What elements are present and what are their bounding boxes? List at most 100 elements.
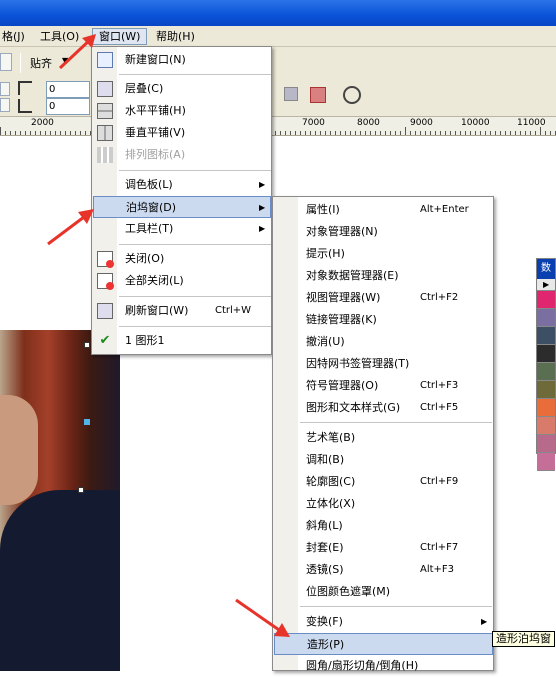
menu-window[interactable]: 窗口(W) xyxy=(92,28,148,45)
ruler-tick xyxy=(65,131,66,135)
docker-menu-item[interactable]: 圆角/扇形切角/倒角(H) xyxy=(274,655,493,677)
docker-menu-item-label: 对象管理器(N) xyxy=(306,225,378,238)
docker-menu-item[interactable]: 封套(E) Ctrl+F7 xyxy=(274,537,493,559)
offset-x-input[interactable]: 0 xyxy=(46,81,90,98)
ruler-tick xyxy=(475,131,476,135)
ruler-tick xyxy=(485,131,486,135)
ruler-tick xyxy=(515,131,516,135)
ruler-tick xyxy=(460,131,461,135)
docker-menu-item[interactable]: 轮廓图(C) Ctrl+F9 xyxy=(274,471,493,493)
menu-format[interactable]: 格(J) xyxy=(0,28,31,45)
menu-item-dockers[interactable]: 泊坞窗(D) ▶ xyxy=(93,196,271,218)
ruler-tick xyxy=(315,131,316,135)
color-swatch[interactable] xyxy=(537,291,555,309)
menu-item-palette[interactable]: 调色板(L) ▶ xyxy=(93,174,271,196)
spin-down-icon[interactable] xyxy=(0,98,10,112)
palette-scroll-icon[interactable]: ▶ xyxy=(537,279,555,291)
menu-item-cascade[interactable]: 层叠(C) xyxy=(93,78,271,100)
ruler-tick xyxy=(465,131,466,135)
ruler-tick xyxy=(525,131,526,135)
menu-item-new-window[interactable]: 新建窗口(N) xyxy=(93,49,271,71)
docker-menu-item[interactable]: 因特网书签管理器(T) xyxy=(274,353,493,375)
ruler-tick xyxy=(320,131,321,135)
ruler-tick xyxy=(470,131,471,135)
docker-menu-item-label: 封套(E) xyxy=(306,541,344,554)
docker-menu-item[interactable]: 对象管理器(N) xyxy=(274,221,493,243)
ruler-tick xyxy=(10,131,11,135)
ruler-tick xyxy=(25,131,26,135)
docker-menu-item[interactable]: 立体化(X) xyxy=(274,493,493,515)
ruler-tick xyxy=(300,131,301,135)
docker-menu-item[interactable]: 提示(H) xyxy=(274,243,493,265)
color-swatch[interactable] xyxy=(537,435,555,453)
docker-menu-item[interactable]: 撤消(U) xyxy=(274,331,493,353)
selection-handle[interactable] xyxy=(84,419,90,425)
docker-menu-item-label: 立体化(X) xyxy=(306,497,356,510)
snap-button[interactable]: 贴齐 xyxy=(30,55,52,71)
photo-image[interactable] xyxy=(0,330,120,671)
menu-item-close[interactable]: 关闭(O) xyxy=(93,248,271,270)
ruler-tick xyxy=(310,131,311,135)
docker-menu-item[interactable]: 对象数据管理器(E) xyxy=(274,265,493,287)
docker-menu-item[interactable]: 透镜(S) Alt+F3 xyxy=(274,559,493,581)
ruler-tick xyxy=(435,131,436,135)
target-icon[interactable] xyxy=(343,86,361,104)
photo-face xyxy=(0,395,38,505)
offset-y-input[interactable]: 0 xyxy=(46,98,90,115)
spin-up-icon[interactable] xyxy=(0,82,10,96)
ruler-tick xyxy=(385,131,386,135)
docker-menu-item[interactable]: 视图管理器(W) Ctrl+F2 xyxy=(274,287,493,309)
docker-menu-item-label: 属性(I) xyxy=(306,203,340,216)
docker-menu-item-label: 轮廓图(C) xyxy=(306,475,356,488)
selection-handle[interactable] xyxy=(78,487,84,493)
tooltip: 造形泊坞窗 xyxy=(492,631,555,647)
convert-icon[interactable] xyxy=(310,87,326,103)
ruler-label: 2000 xyxy=(31,118,54,128)
color-swatch[interactable] xyxy=(537,363,555,381)
menu-separator xyxy=(300,422,492,423)
menu-item-refresh-window[interactable]: 刷新窗口(W) Ctrl+W xyxy=(93,300,271,322)
docker-menu-item[interactable]: 造形(P) xyxy=(274,633,493,655)
menu-item-arrange-icons: 排列图标(A) xyxy=(93,144,271,166)
color-swatch[interactable] xyxy=(537,327,555,345)
shortcut-label: Ctrl+F5 xyxy=(420,402,459,413)
ruler-tick xyxy=(550,131,551,135)
docker-menu-item-label: 位图颜色遮罩(M) xyxy=(306,585,391,598)
ruler-tick xyxy=(405,127,406,135)
docker-menu-item-label: 链接管理器(K) xyxy=(306,313,377,326)
docker-menu-item[interactable]: 链接管理器(K) xyxy=(274,309,493,331)
menu-item-tile-horizontal[interactable]: 水平平铺(H) xyxy=(93,100,271,122)
shortcut-label: Ctrl+F9 xyxy=(420,476,459,487)
annotation-arrow-icon xyxy=(235,598,290,637)
docker-menu-item[interactable]: 位图颜色遮罩(M) xyxy=(274,581,493,603)
ruler-tick xyxy=(15,131,16,135)
photo-suit xyxy=(0,490,120,671)
dropdown-button[interactable] xyxy=(0,53,12,71)
docker-menu-item[interactable]: 调和(B) xyxy=(274,449,493,471)
offset-x-icon xyxy=(18,81,32,95)
menu-item-tile-vertical[interactable]: 垂直平铺(V) xyxy=(93,122,271,144)
color-swatch[interactable] xyxy=(537,345,555,363)
docker-menu-item[interactable]: 变换(F) ▶ xyxy=(274,611,493,633)
ruler-tick xyxy=(305,131,306,135)
color-swatch[interactable] xyxy=(537,309,555,327)
ruler-tick xyxy=(340,131,341,135)
color-swatch[interactable] xyxy=(537,453,555,471)
menu-help[interactable]: 帮助(H) xyxy=(150,28,201,45)
docker-menu-item[interactable]: 属性(I) Alt+Enter xyxy=(274,199,493,221)
align-icon[interactable] xyxy=(284,87,298,101)
selection-handle[interactable] xyxy=(84,342,90,348)
docker-menu-item[interactable]: 斜角(L) xyxy=(274,515,493,537)
docker-menu-item[interactable]: 图形和文本样式(G) Ctrl+F5 xyxy=(274,397,493,419)
menu-item-doc-graphic1[interactable]: ✔ 1 图形1 xyxy=(93,330,271,352)
color-swatch[interactable] xyxy=(537,417,555,435)
docker-menu-item[interactable]: 符号管理器(O) Ctrl+F3 xyxy=(274,375,493,397)
docker-menu-item[interactable]: 艺术笔(B) xyxy=(274,427,493,449)
menu-item-close-all[interactable]: 全部关闭(L) xyxy=(93,270,271,292)
color-swatch[interactable] xyxy=(537,381,555,399)
ruler-tick xyxy=(85,131,86,135)
menu-item-toolbars[interactable]: 工具栏(T) ▶ xyxy=(93,218,271,240)
submenu-arrow-icon: ▶ xyxy=(481,617,488,626)
color-swatch[interactable] xyxy=(537,399,555,417)
ruler-tick xyxy=(410,131,411,135)
